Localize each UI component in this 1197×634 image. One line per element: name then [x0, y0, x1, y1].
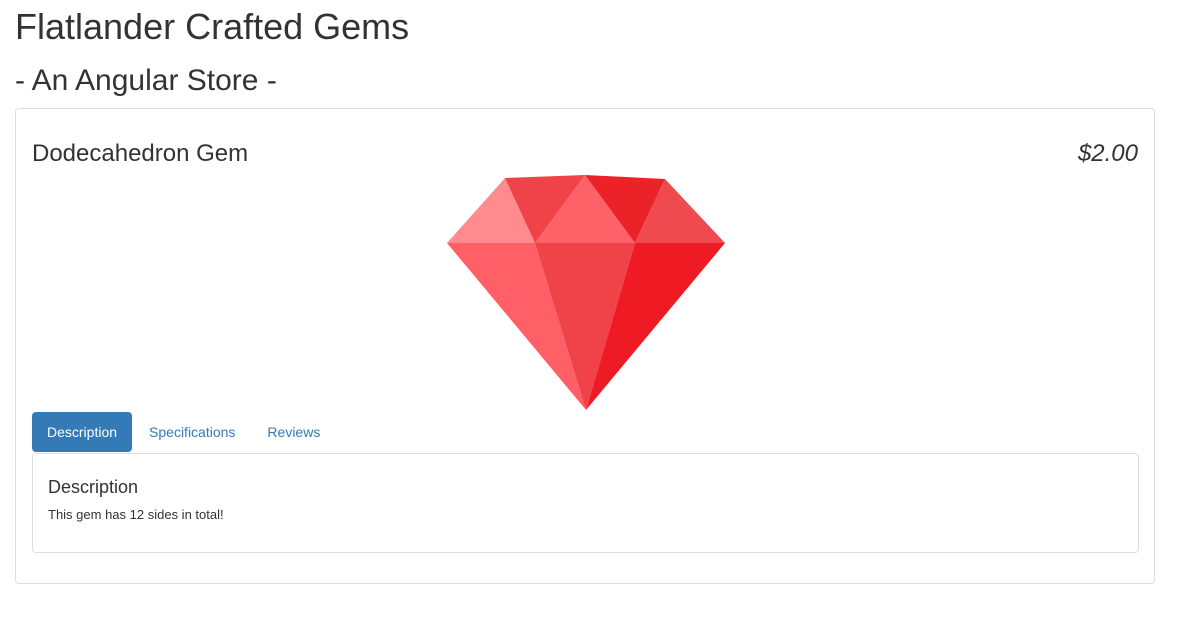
- tab-reviews[interactable]: Reviews: [252, 412, 335, 452]
- tab-description[interactable]: Description: [32, 412, 133, 452]
- site-subtitle: - An Angular Store -: [15, 64, 277, 97]
- product-price: $2.00: [1077, 140, 1138, 167]
- page: Flatlander Crafted Gems - An Angular Sto…: [0, 0, 1197, 634]
- product-tabs: Description Specifications Reviews: [32, 412, 335, 452]
- tab-specifications[interactable]: Specifications: [134, 412, 250, 452]
- product-panel: Dodecahedron Gem $2.00 Description Speci…: [15, 108, 1155, 584]
- description-text: This gem has 12 sides in total!: [48, 507, 224, 522]
- site-title: Flatlander Crafted Gems: [15, 6, 410, 47]
- description-heading: Description: [48, 477, 139, 497]
- description-panel: Description This gem has 12 sides in tot…: [32, 453, 1139, 553]
- red-gem-icon: [447, 175, 725, 410]
- product-name: Dodecahedron Gem: [32, 140, 249, 167]
